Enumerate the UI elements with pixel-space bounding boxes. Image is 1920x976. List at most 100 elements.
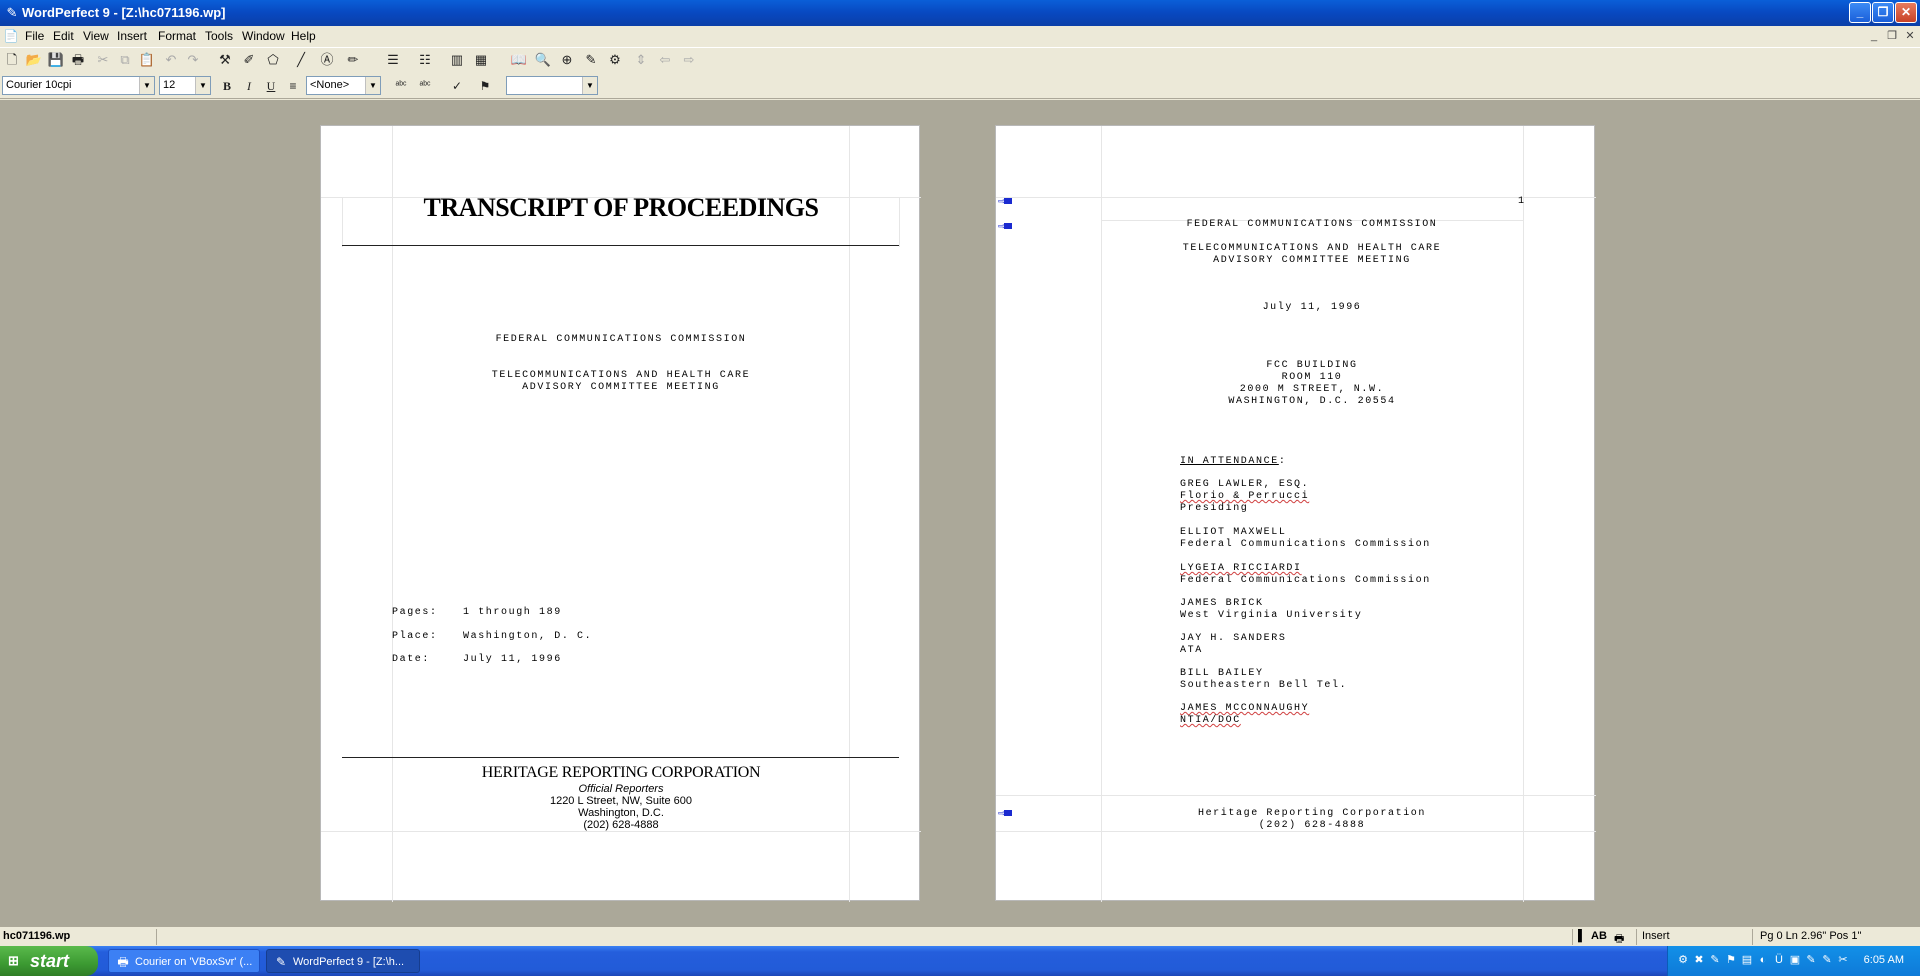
tray-icon[interactable]: Ü — [1772, 953, 1786, 967]
doc-close-icon[interactable]: ✕ — [1902, 29, 1918, 43]
doc-restore-icon[interactable]: ❐ — [1884, 29, 1900, 43]
code-marker-icon[interactable]: ⇨ — [998, 197, 1012, 206]
italic-button[interactable]: I — [240, 77, 258, 95]
menu-format[interactable]: Format — [158, 29, 196, 43]
shapes-icon[interactable]: ⬠ — [264, 51, 282, 69]
menu-tools[interactable]: Tools — [205, 29, 233, 43]
open-icon[interactable]: 📂 — [25, 51, 43, 69]
tray-icon[interactable]: ✂ — [1836, 953, 1850, 967]
doc-minimize-icon[interactable]: _ — [1866, 29, 1882, 43]
find-icon[interactable]: 🔍 — [534, 51, 552, 69]
zoom-icon[interactable]: ⊕ — [558, 51, 576, 69]
attendance-heading: IN ATTENDANCE — [1180, 456, 1279, 467]
grammar-icon[interactable]: ✓ — [448, 77, 466, 95]
tray-icon[interactable]: ▣ — [1788, 953, 1802, 967]
close-button[interactable]: ✕ — [1895, 2, 1917, 23]
wordperfect-app-icon[interactable]: ✎ — [4, 5, 20, 21]
menu-view[interactable]: View — [83, 29, 109, 43]
window-title: WordPerfect 9 - [Z:\hc071196.wp] — [22, 5, 226, 20]
menu-edit[interactable]: Edit — [53, 29, 74, 43]
redo-icon[interactable]: ↷ — [184, 51, 202, 69]
numbering-icon[interactable]: ☰ — [384, 51, 402, 69]
line-icon[interactable]: ╱ — [292, 51, 310, 69]
undo-icon[interactable]: ↶ — [162, 51, 180, 69]
minimize-button[interactable]: _ — [1849, 2, 1871, 23]
style-combo[interactable]: <None> ▼ — [306, 76, 381, 95]
shadow-pointer-icon[interactable]: ⚑ — [476, 77, 494, 95]
text-box-icon[interactable]: Ⓐ — [318, 51, 336, 69]
highlight-icon[interactable]: ✐ — [240, 51, 258, 69]
document-icon[interactable]: 📄 — [3, 28, 19, 44]
prompt-as-you-go-icon[interactable]: ᵃᵇᶜ — [392, 77, 410, 95]
pen-icon[interactable]: ✏ — [344, 51, 362, 69]
start-button[interactable]: ⊞ start — [0, 946, 98, 976]
company-city: Washington, D.C. — [578, 807, 664, 819]
location-line: ROOM 110 — [1281, 372, 1343, 383]
zoom-combo[interactable]: ▼ — [506, 76, 598, 95]
attendee-detail: Presiding — [1180, 503, 1249, 514]
attendee-name: JAMES MCCONNAUGHY — [1180, 703, 1310, 714]
company-name: HERITAGE REPORTING CORPORATION — [481, 764, 761, 781]
font-face-combo[interactable]: Courier 10cpi ▼ — [2, 76, 155, 95]
book-icon[interactable]: 📖 — [510, 51, 528, 69]
quickformat-icon[interactable]: ⚒ — [216, 51, 234, 69]
attendee-detail: Federal Communications Commission — [1180, 539, 1431, 550]
menu-window[interactable]: Window — [242, 29, 285, 43]
tray-icon[interactable]: ✎ — [1820, 953, 1834, 967]
commission-line: FEDERAL COMMUNICATIONS COMMISSION — [1186, 219, 1438, 230]
chevron-down-icon[interactable]: ▼ — [365, 77, 380, 94]
font-size-combo[interactable]: 12 ▼ — [159, 76, 211, 95]
tray-icon[interactable]: ◐ — [1756, 953, 1770, 967]
title-bar: ✎ WordPerfect 9 - [Z:\hc071196.wp] _ ❐ ✕ — [0, 0, 1920, 26]
wordperfect-app-icon: ✎ — [275, 955, 287, 969]
underline-button[interactable]: U — [262, 77, 280, 95]
new-document-icon[interactable]: 🗋 — [3, 51, 21, 69]
tray-icon[interactable]: ▤ — [1740, 953, 1754, 967]
navigate-icon[interactable]: ⇕ — [632, 51, 650, 69]
columns-icon[interactable]: ▥ — [448, 51, 466, 69]
chevron-down-icon[interactable]: ▼ — [582, 77, 597, 94]
taskbar-item-courier[interactable]: 🖶 Courier on 'VBoxSvr' (... — [108, 949, 260, 973]
document-page-1[interactable]: TRANSCRIPT OF PROCEEDINGS FEDERAL COMMUN… — [320, 125, 921, 902]
attendee-name: JAMES BRICK — [1180, 598, 1264, 609]
cursor-position[interactable]: Pg 0 Ln 2.96" Pos 1" — [1760, 930, 1861, 942]
tray-icon[interactable]: ✎ — [1708, 953, 1722, 967]
next-icon[interactable]: ⇨ — [680, 51, 698, 69]
prev-icon[interactable]: ⇦ — [656, 51, 674, 69]
taskbar-item-wordperfect[interactable]: ✎ WordPerfect 9 - [Z:\h... — [266, 949, 420, 973]
cursor-icon[interactable]: ▌ — [1578, 930, 1586, 942]
table-icon[interactable]: ▦ — [472, 51, 490, 69]
taskbar-clock[interactable]: 6:05 AM — [1864, 954, 1904, 966]
paste-icon[interactable]: 📋 — [138, 51, 156, 69]
caps-indicator[interactable]: AB — [1591, 930, 1607, 942]
cut-icon[interactable]: ✂ — [94, 51, 112, 69]
save-icon[interactable]: 💾 — [47, 51, 65, 69]
place-label: Place: — [392, 631, 438, 642]
bold-button[interactable]: B — [218, 77, 236, 95]
spell-as-you-go-icon[interactable]: ᵃᵇᶜ — [416, 77, 434, 95]
code-marker-icon[interactable]: ⇨ — [998, 809, 1012, 818]
menu-insert[interactable]: Insert — [117, 29, 147, 43]
tray-icon[interactable]: ✖ — [1692, 953, 1706, 967]
code-marker-icon[interactable]: ⇨ — [998, 222, 1012, 231]
chevron-down-icon[interactable]: ▼ — [195, 77, 210, 94]
menu-help[interactable]: Help — [291, 29, 316, 43]
insert-mode[interactable]: Insert — [1642, 930, 1670, 942]
bullets-icon[interactable]: ☷ — [416, 51, 434, 69]
marker-icon[interactable]: ✎ — [582, 51, 600, 69]
attendee-name: BILL BAILEY — [1180, 668, 1264, 679]
justification-icon[interactable]: ≡ — [284, 77, 302, 95]
restore-button[interactable]: ❐ — [1872, 2, 1894, 23]
document-page-2[interactable]: ⇨ ⇨ ⇨ 1 FEDERAL COMMUNICATIONS COMMISSIO… — [995, 125, 1596, 902]
company-phone: (202) 628-4888 — [583, 819, 659, 831]
hyperlink-icon[interactable]: ⚙ — [606, 51, 624, 69]
print-icon[interactable]: 🖶 — [69, 51, 87, 69]
tray-icon[interactable]: ✎ — [1804, 953, 1818, 967]
tray-icon[interactable]: ⚙ — [1676, 953, 1690, 967]
chevron-down-icon[interactable]: ▼ — [139, 77, 154, 94]
tray-icon[interactable]: ⚑ — [1724, 953, 1738, 967]
windows-flag-icon: ⊞ — [8, 953, 19, 968]
menu-file[interactable]: File — [25, 29, 44, 43]
meeting-line-1: TELECOMMUNICATIONS AND HEALTH CARE — [1182, 243, 1442, 254]
copy-icon[interactable]: ⧉ — [116, 51, 134, 69]
